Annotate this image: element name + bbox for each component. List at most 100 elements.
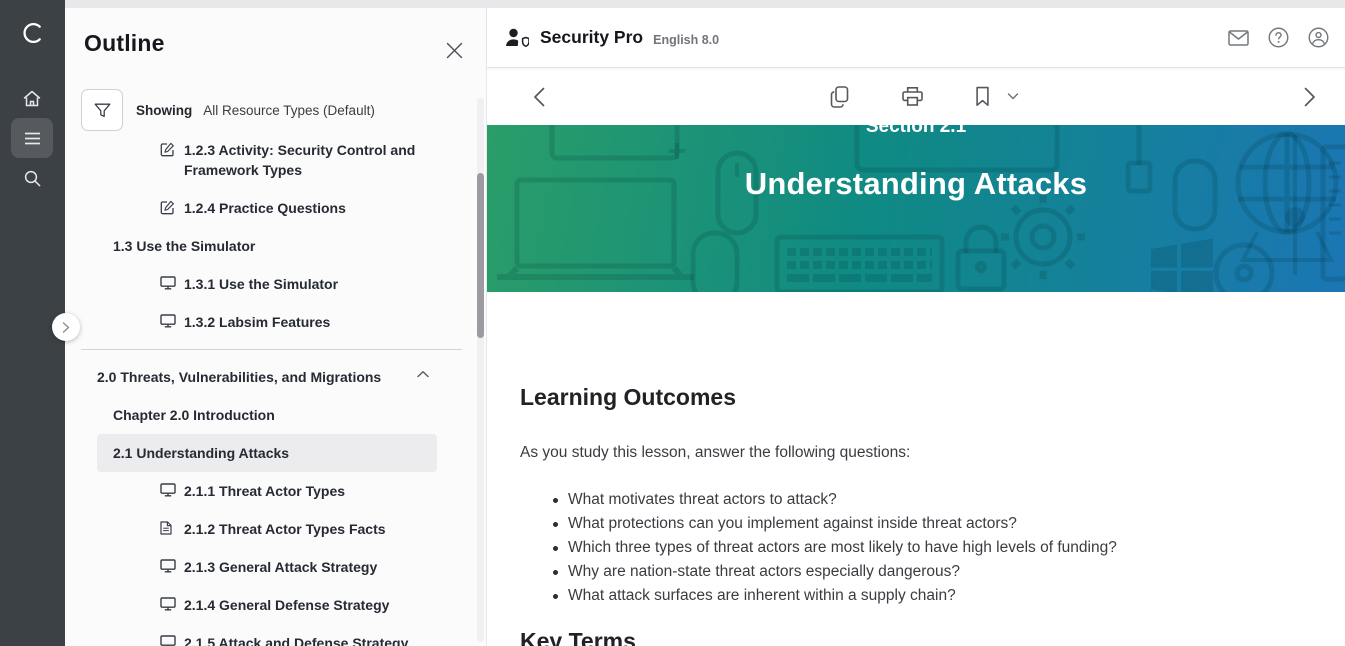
outline-scroll-thumb[interactable]	[477, 173, 484, 338]
chevron-left-icon	[533, 87, 545, 107]
outline-item-label: 1.2.4 Practice Questions	[184, 198, 429, 218]
brand-logo[interactable]	[0, 14, 65, 52]
outline-list-icon	[24, 132, 41, 145]
outline-item[interactable]: 2.1.4 General Defense Strategy	[97, 586, 437, 624]
next-lesson-button[interactable]	[1304, 87, 1316, 107]
outline-item[interactable]: 2.1.1 Threat Actor Types	[97, 472, 437, 510]
mail-icon	[1228, 30, 1249, 46]
banner-section-label: Section 2.1	[487, 125, 1345, 138]
lesson-body: Learning Outcomes As you study this less…	[487, 382, 1345, 646]
copy-button[interactable]	[830, 86, 850, 108]
outline-item[interactable]: 1.3 Use the Simulator	[97, 227, 437, 265]
help-button[interactable]	[1265, 24, 1292, 51]
outline-item[interactable]: 2.1.5 Attack and Defense Strategy	[97, 624, 437, 646]
help-icon	[1268, 27, 1289, 48]
learning-outcomes-heading: Learning Outcomes	[520, 382, 1345, 412]
bookmark-icon	[976, 86, 990, 107]
outline-nav-button[interactable]	[11, 118, 53, 158]
outline-item[interactable]: 1.3.2 Labsim Features	[97, 303, 437, 341]
outline-item[interactable]: 1.3.1 Use the Simulator	[97, 265, 437, 303]
learning-outcomes-list: What motivates threat actors to attack?W…	[520, 488, 1345, 608]
outline-title: Outline	[84, 30, 165, 57]
simulation-icon	[160, 597, 176, 611]
filter-funnel-icon	[94, 103, 111, 118]
chevron-right-icon	[62, 322, 70, 333]
learning-outcome-question: Which three types of threat actors are m…	[568, 536, 1345, 560]
print-button[interactable]	[902, 86, 924, 107]
outline-item-label: 1.3 Use the Simulator	[113, 236, 429, 256]
copy-icon	[830, 86, 850, 108]
outline-item[interactable]: 2.1.2 Threat Actor Types Facts	[97, 510, 437, 548]
outline-item-label: 1.3.1 Use the Simulator	[184, 274, 429, 294]
learning-outcomes-intro: As you study this lesson, answer the fol…	[520, 442, 1345, 464]
course-header: Security Pro English 8.0	[487, 8, 1345, 68]
expand-outline-handle[interactable]	[52, 313, 80, 341]
outline-item[interactable]: 2.0 Threats, Vulnerabilities, and Migrat…	[97, 358, 437, 396]
top-strip	[65, 0, 1345, 8]
learning-outcome-question: What attack surfaces are inherent within…	[568, 584, 1345, 608]
outline-item-label: 1.3.2 Labsim Features	[184, 312, 429, 332]
header-actions	[1225, 24, 1332, 51]
product-edition: English 8.0	[653, 33, 719, 47]
outline-panel: Outline Showing All Resource Types (Defa…	[65, 8, 486, 646]
filter-row: Showing All Resource Types (Default)	[81, 89, 375, 131]
account-button[interactable]	[1305, 24, 1332, 51]
simulation-icon	[160, 483, 176, 497]
outline-item[interactable]: 2.1.3 General Attack Strategy	[97, 548, 437, 586]
outline-item-label: 2.1.4 General Defense Strategy	[184, 595, 429, 615]
outline-tree: 1.2.3 Activity: Security Control and Fra…	[65, 134, 478, 646]
home-button[interactable]	[11, 78, 53, 118]
outline-item-label: 2.1.2 Threat Actor Types Facts	[184, 519, 429, 539]
chevron-right-icon	[1304, 87, 1316, 107]
outline-item-label: 2.0 Threats, Vulnerabilities, and Migrat…	[97, 367, 417, 387]
simulation-icon	[160, 635, 176, 646]
outline-item-label: Chapter 2.0 Introduction	[113, 405, 429, 425]
profile-icon	[1308, 27, 1329, 48]
bookmark-menu-button[interactable]	[1008, 93, 1019, 100]
print-icon	[902, 86, 924, 107]
outline-item[interactable]: Chapter 2.0 Introduction	[97, 396, 437, 434]
security-pro-product-icon	[504, 28, 529, 48]
messages-button[interactable]	[1225, 24, 1252, 51]
learning-outcome-question: What motivates threat actors to attack?	[568, 488, 1345, 512]
search-icon	[24, 170, 41, 187]
learning-outcome-question: What protections can you implement again…	[568, 512, 1345, 536]
simulation-icon	[160, 276, 176, 290]
collapse-section-chevron-icon[interactable]	[417, 367, 429, 378]
labsim-app: Outline Showing All Resource Types (Defa…	[0, 0, 1345, 646]
toolbar-center-group	[804, 86, 1045, 108]
previous-lesson-button[interactable]	[533, 87, 545, 107]
chevron-down-icon	[1008, 93, 1019, 100]
search-button[interactable]	[11, 158, 53, 198]
document-icon	[160, 521, 176, 535]
outline-divider	[81, 349, 462, 350]
outline-item-label: 2.1.1 Threat Actor Types	[184, 481, 429, 501]
learning-outcome-question: Why are nation-state threat actors espec…	[568, 560, 1345, 584]
outline-item[interactable]: 1.2.3 Activity: Security Control and Fra…	[97, 134, 437, 189]
key-terms-heading: Key Terms	[520, 626, 1345, 646]
filter-button[interactable]	[81, 89, 123, 131]
activity-icon	[160, 200, 176, 215]
outline-item-label: 2.1.3 General Attack Strategy	[184, 557, 429, 577]
filter-showing-label: Showing	[136, 103, 192, 118]
outline-item-label: 2.1.5 Attack and Defense Strategy	[184, 633, 429, 646]
outline-item-label: 2.1 Understanding Attacks	[113, 443, 429, 463]
simulation-icon	[160, 314, 176, 328]
lesson-toolbar	[487, 68, 1345, 125]
bookmark-button[interactable]	[976, 86, 990, 107]
banner-title: Understanding Attacks	[487, 166, 1345, 202]
close-outline-button[interactable]	[443, 39, 465, 61]
section-banner: Section 2.1 Understanding Attacks	[487, 125, 1345, 292]
close-icon	[446, 42, 463, 59]
filter-value: All Resource Types (Default)	[203, 103, 375, 118]
product-title: Security Pro	[540, 27, 643, 48]
banner-art	[487, 125, 1345, 292]
activity-icon	[160, 142, 176, 157]
simulation-icon	[160, 559, 176, 573]
outline-item[interactable]: 1.2.4 Practice Questions	[97, 189, 437, 227]
c-logo-icon	[20, 20, 46, 46]
outline-item[interactable]: 2.1 Understanding Attacks	[97, 434, 437, 472]
lesson-pane: Security Pro English 8.0	[486, 8, 1345, 646]
outline-item-label: 1.2.3 Activity: Security Control and Fra…	[184, 140, 429, 180]
home-icon	[23, 90, 41, 107]
